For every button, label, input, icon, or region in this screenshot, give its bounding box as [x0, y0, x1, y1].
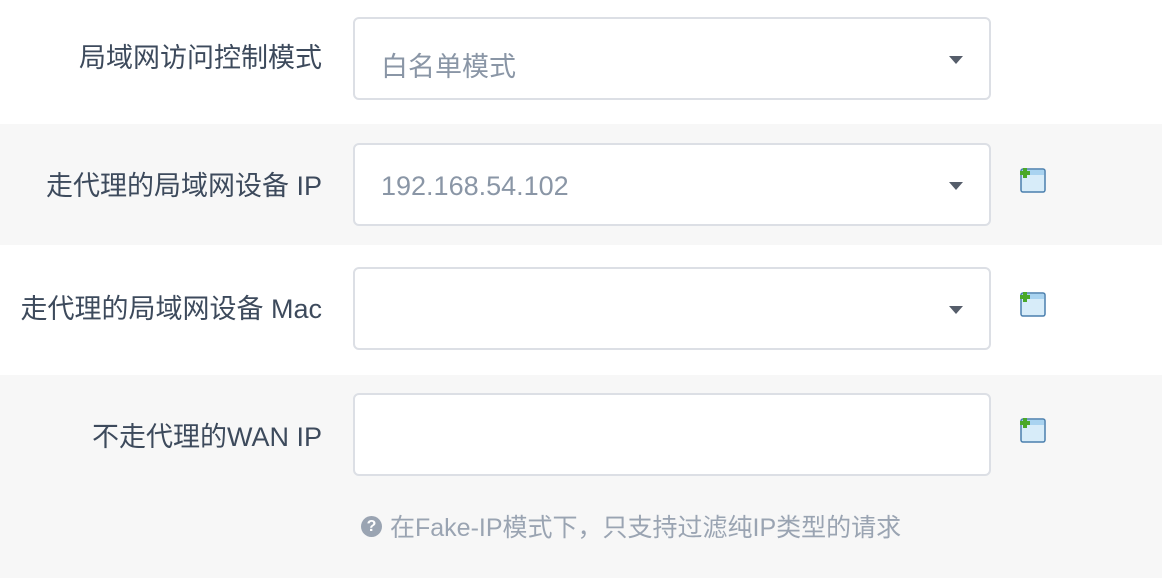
proxy-lan-ip-select[interactable]: 192.168.54.102 — [353, 143, 991, 226]
row-lan-access-mode: 局域网访问控制模式 白名单模式 — [0, 0, 1162, 124]
proxy-lan-mac-label: 走代理的局域网设备 Mac — [20, 294, 322, 324]
caret-down-icon — [949, 182, 963, 190]
add-entry-icon[interactable] — [1018, 165, 1048, 195]
proxy-lan-ip-value: 192.168.54.102 — [381, 171, 569, 201]
bypass-wan-ip-input[interactable] — [353, 393, 991, 476]
lan-access-mode-label: 局域网访问控制模式 — [79, 43, 322, 73]
fake-ip-hint: ? 在Fake-IP模式下，只支持过滤纯IP类型的请求 — [361, 508, 901, 544]
row-proxy-lan-mac: 走代理的局域网设备 Mac — [0, 245, 1162, 375]
add-entry-icon[interactable] — [1018, 415, 1048, 445]
caret-down-icon — [949, 56, 963, 64]
row-proxy-lan-ip: 走代理的局域网设备 IP 192.168.54.102 — [0, 124, 1162, 245]
fake-ip-hint-text: 在Fake-IP模式下，只支持过滤纯IP类型的请求 — [390, 514, 902, 542]
bypass-wan-ip-label: 不走代理的WAN IP — [91, 422, 322, 452]
lan-access-mode-select[interactable]: 白名单模式 — [353, 17, 991, 100]
proxy-lan-mac-select[interactable] — [353, 267, 991, 350]
lan-access-mode-value: 白名单模式 — [381, 52, 516, 82]
row-bypass-wan-ip: 不走代理的WAN IP — [0, 375, 1162, 578]
add-entry-icon[interactable] — [1018, 289, 1048, 319]
proxy-lan-ip-label: 走代理的局域网设备 IP — [45, 171, 322, 201]
caret-down-icon — [949, 306, 963, 314]
question-circle-icon: ? — [361, 515, 382, 537]
